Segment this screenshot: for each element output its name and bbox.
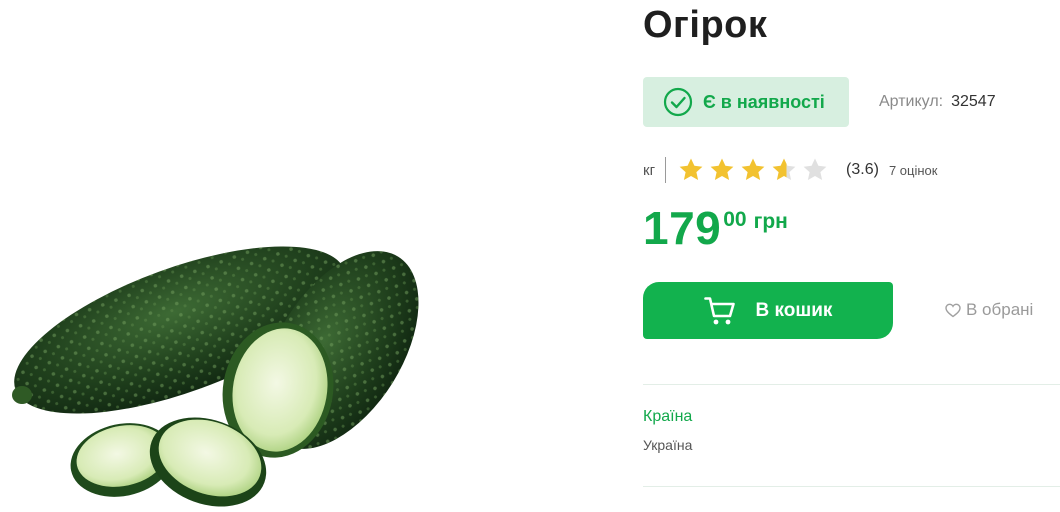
product-image: [0, 0, 600, 512]
product-info: Огірок Є в наявності Артикул: 32547 кг (3…: [643, 0, 1060, 512]
rating-stars[interactable]: [678, 157, 833, 183]
price-fraction: 00: [723, 208, 747, 231]
star-icon[interactable]: [678, 157, 704, 183]
price: 179 00 грн: [643, 202, 788, 254]
check-circle-icon: [663, 87, 693, 117]
price-currency: грн: [753, 210, 788, 233]
divider: [665, 157, 667, 183]
product-title: Огірок: [643, 4, 768, 46]
cucumber-image: [12, 246, 419, 507]
add-to-cart-button[interactable]: В кошик: [643, 282, 893, 339]
sku-value: 32547: [951, 93, 996, 110]
reviews-count[interactable]: 7 оцінок: [889, 163, 938, 178]
add-to-cart-label: В кошик: [755, 299, 833, 321]
star-icon[interactable]: [771, 157, 797, 183]
add-to-favorites-button[interactable]: В обрані: [945, 300, 1033, 320]
sku: Артикул: 32547: [879, 93, 996, 111]
star-icon[interactable]: [709, 157, 735, 183]
spec-value-country: Україна: [643, 437, 693, 453]
price-whole: 179: [643, 202, 722, 254]
rating-value: (3.6): [846, 161, 879, 178]
star-icon[interactable]: [740, 157, 766, 183]
shopping-cart-icon: [703, 296, 735, 324]
spec-label-country: Країна: [643, 408, 693, 425]
sku-label: Артикул:: [879, 93, 944, 110]
divider: [643, 486, 1060, 487]
stock-badge: Є в наявності: [643, 77, 849, 127]
rating-row: кг (3.6) 7 оцінок: [643, 156, 937, 184]
heart-icon: [945, 303, 961, 317]
add-to-favorites-label: В обрані: [966, 300, 1034, 319]
star-icon[interactable]: [802, 157, 828, 183]
stock-status: Є в наявності: [703, 91, 825, 112]
unit-label: кг: [643, 161, 656, 179]
divider: [643, 384, 1060, 385]
